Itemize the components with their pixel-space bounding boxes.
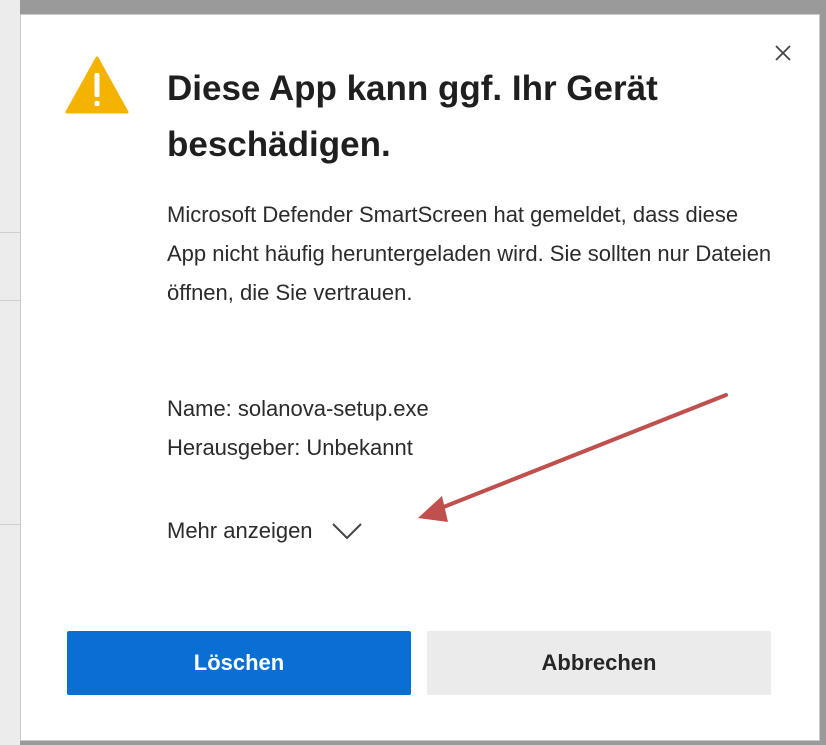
dialog-title: Diese App kann ggf. Ihr Gerät beschädige… xyxy=(167,69,658,164)
show-more-toggle[interactable]: Mehr anzeigen xyxy=(167,511,363,551)
chevron-down-icon xyxy=(331,523,362,540)
delete-button[interactable]: Löschen xyxy=(67,631,411,695)
publisher-label: Herausgeber: Unbekannt xyxy=(167,435,413,460)
close-button[interactable] xyxy=(773,43,793,63)
background-window xyxy=(0,0,20,745)
smartscreen-warning-dialog: Diese App kann ggf. Ihr Gerät beschädige… xyxy=(20,14,820,741)
background-divider xyxy=(0,300,20,301)
close-icon[interactable] xyxy=(773,43,793,63)
file-info: Name: solanova-setup.exe Herausgeber: Un… xyxy=(167,389,767,467)
show-more-label: Mehr anzeigen xyxy=(167,518,313,543)
warning-message: Microsoft Defender SmartScreen hat gemel… xyxy=(167,202,772,305)
cancel-button[interactable]: Abbrechen xyxy=(427,631,771,695)
background-divider xyxy=(0,524,20,525)
warning-icon xyxy=(65,56,129,114)
background-divider xyxy=(0,232,20,233)
file-name-label: Name: solanova-setup.exe xyxy=(167,396,429,421)
